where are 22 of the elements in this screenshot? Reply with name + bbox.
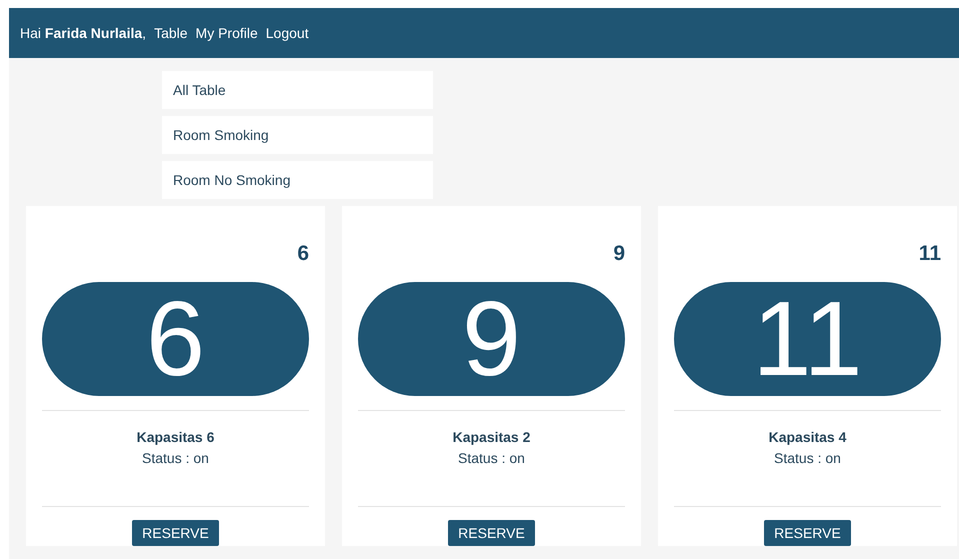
status-text: Status : on — [141, 450, 210, 466]
reserve-button[interactable]: RESERVE — [132, 520, 219, 546]
status-text: Status : on — [457, 450, 526, 466]
filter-item[interactable]: Room No Smoking — [162, 161, 433, 199]
capacity-text: Kapasitas 6 — [136, 429, 216, 445]
table-number-pill: 6 — [42, 282, 309, 396]
table-number-pill: 11 — [674, 282, 941, 396]
filter-item[interactable]: Room Smoking — [162, 116, 433, 154]
table-number: 6 — [297, 242, 309, 266]
table-number: 9 — [613, 242, 625, 266]
nav-link[interactable]: Logout — [266, 25, 309, 41]
greeting-text: Hai Farida Nurlaila, — [20, 25, 146, 41]
table-number: 11 — [918, 242, 941, 266]
reserve-button[interactable]: RESERVE — [764, 520, 851, 546]
capacity-text: Kapasitas 4 — [768, 429, 848, 445]
reserve-button[interactable]: RESERVE — [448, 520, 535, 546]
nav-link[interactable]: My Profile — [196, 25, 258, 41]
table-number-pill: 9 — [358, 282, 625, 396]
capacity-text: Kapasitas 2 — [452, 429, 532, 445]
nav-link[interactable]: Table — [154, 25, 188, 41]
filter-item[interactable]: All Table — [162, 71, 433, 109]
status-text: Status : on — [773, 450, 842, 466]
